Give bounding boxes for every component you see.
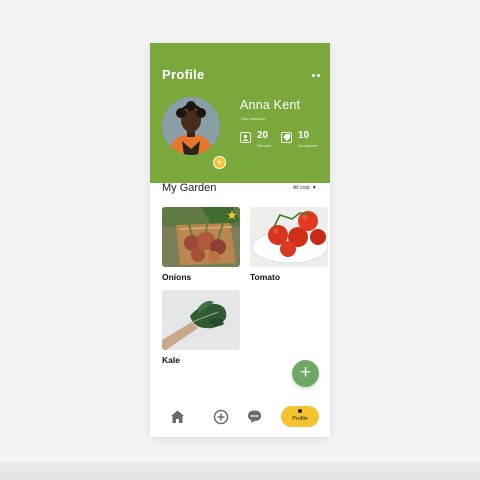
chevron-down-icon: ▼ bbox=[311, 185, 317, 191]
crop-name: Tomato bbox=[250, 272, 281, 282]
nav-profile[interactable]: Profile bbox=[281, 406, 319, 427]
user-name: Anna Kent bbox=[240, 98, 301, 112]
crop-name: Kale bbox=[162, 355, 180, 365]
stat-label: Overgrown bbox=[298, 143, 318, 148]
crop-card-tomato[interactable]: Tomato bbox=[250, 207, 328, 282]
page-title: Profile bbox=[162, 67, 205, 82]
more-dots-icon[interactable] bbox=[312, 71, 324, 79]
crop-image bbox=[162, 207, 240, 267]
crop-filter-dropdown[interactable]: All crop ▼ bbox=[293, 185, 317, 191]
chat-icon bbox=[248, 410, 261, 423]
nav-chat[interactable] bbox=[247, 409, 262, 429]
stat-label: Harvest bbox=[257, 143, 271, 148]
nav-add[interactable] bbox=[213, 409, 229, 430]
background-floor bbox=[0, 462, 480, 480]
edit-badge-icon[interactable]: + bbox=[213, 156, 226, 169]
profile-dot-icon bbox=[298, 409, 302, 413]
add-crop-button[interactable]: + bbox=[292, 360, 319, 387]
stat-value: 20 bbox=[257, 130, 269, 141]
nav-profile-label: Profile bbox=[292, 416, 308, 422]
phone-screen: Profile + Anna Kent San francisco 20 Har… bbox=[150, 43, 330, 437]
crop-card-onions[interactable]: Onions bbox=[162, 207, 240, 282]
bottom-navigation: Profile bbox=[150, 397, 330, 437]
home-icon bbox=[171, 410, 184, 423]
star-icon[interactable] bbox=[227, 210, 237, 220]
avatar-photo bbox=[162, 97, 220, 155]
crop-image bbox=[250, 207, 328, 267]
section-title: My Garden bbox=[162, 182, 217, 194]
avatar[interactable] bbox=[162, 97, 220, 155]
stat-value: 10 bbox=[298, 130, 310, 141]
crop-card-kale[interactable]: Kale bbox=[162, 290, 240, 365]
profile-header: Profile + Anna Kent San francisco 20 Har… bbox=[150, 43, 330, 183]
user-location: San francisco bbox=[241, 116, 266, 121]
nav-home[interactable] bbox=[170, 409, 185, 429]
tag-icon bbox=[281, 132, 292, 143]
user-card-icon bbox=[240, 132, 251, 143]
add-circle-icon bbox=[213, 409, 229, 425]
crop-image bbox=[162, 290, 240, 350]
filter-label: All crop bbox=[293, 185, 310, 191]
crop-name: Onions bbox=[162, 272, 192, 282]
